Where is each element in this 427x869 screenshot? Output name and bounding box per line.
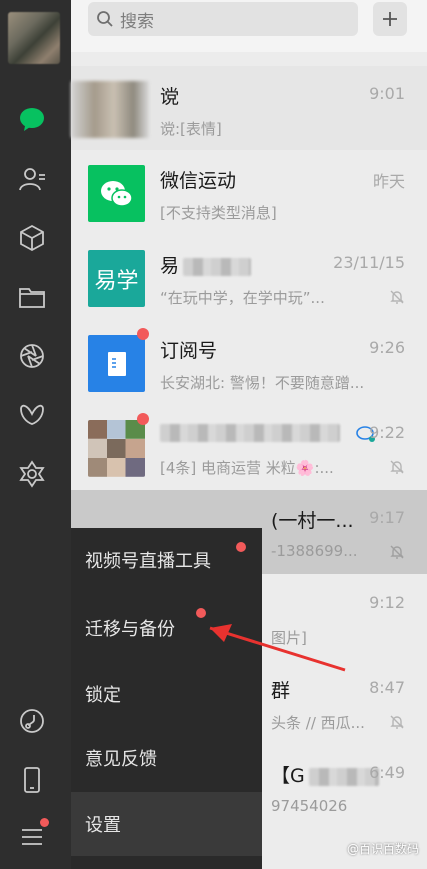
chat-row[interactable]: 微信运动 昨天 [不支持类型消息] [71, 150, 427, 234]
yixue-avatar: 易学 [88, 250, 145, 307]
top-bar: 搜索 [71, 0, 427, 52]
chat-preview: -1388699... [271, 542, 358, 560]
contacts-icon[interactable] [16, 163, 48, 195]
menu-item-feedback[interactable]: 意见反馈 [71, 726, 262, 790]
chat-icon[interactable] [16, 103, 48, 135]
menu-item-label: 视频号直播工具 [85, 551, 211, 572]
document-icon [107, 351, 126, 376]
search-placeholder: 搜索 [120, 11, 154, 32]
chat-time: 6:49 [369, 763, 405, 782]
menu-item-live-tools[interactable]: 视频号直播工具 [71, 528, 262, 592]
menu-item-lock[interactable]: 锁定 [71, 662, 262, 726]
menu-item-migrate-backup[interactable]: 迁移与备份 [71, 596, 262, 660]
plus-icon [383, 12, 397, 26]
chat-name: (一村一... [271, 510, 354, 532]
chat-time: 9:22 [369, 423, 405, 442]
chat-time: 9:26 [369, 338, 405, 357]
mute-bell-icon [390, 715, 404, 729]
left-sidebar [0, 0, 71, 869]
chat-preview: 谠:[表情] [160, 120, 222, 138]
chat-preview: “在玩中学，在学中玩”... [160, 289, 325, 307]
menu-item-dot [236, 542, 246, 552]
mini-program-icon[interactable] [16, 458, 48, 490]
chat-preview: [不支持类型消息] [160, 204, 277, 222]
mute-bell-icon [390, 460, 404, 474]
search-icon [97, 11, 113, 27]
menu-item-label: 迁移与备份 [85, 619, 175, 640]
chat-time: 9:17 [369, 508, 405, 527]
chat-name: 【G [271, 761, 379, 788]
watermark: @百识百数码 [346, 842, 419, 856]
menu-item-label: 设置 [85, 815, 121, 836]
phone-icon[interactable] [16, 764, 48, 796]
chat-preview: 头条 // 西瓜... [271, 714, 365, 732]
add-button[interactable] [373, 2, 407, 36]
folder-icon[interactable] [16, 281, 48, 313]
cube-icon[interactable] [16, 222, 48, 254]
chat-row[interactable]: 9:22 [4条] 电商运营 米粒🌸:... [71, 405, 427, 489]
chat-preview: 图片] [271, 629, 307, 647]
chat-name: 微信运动 [160, 170, 237, 192]
chat-name: 谠 [160, 86, 180, 108]
group-avatar [88, 420, 145, 477]
chat-name: 订阅号 [160, 340, 218, 362]
menu-item-settings[interactable]: 设置 [71, 792, 262, 856]
chat-time: 9:12 [369, 593, 405, 612]
mute-bell-icon [390, 545, 404, 559]
menu-item-dot [196, 608, 206, 618]
mute-bell-icon [390, 290, 404, 304]
unread-dot [137, 413, 149, 425]
music-icon[interactable] [16, 705, 48, 737]
search-input[interactable]: 搜索 [88, 2, 358, 36]
subscription-avatar [88, 335, 145, 392]
chat-preview: 长安湖北: 警惕！不要随意蹭... [160, 374, 365, 392]
chat-time: 9:01 [369, 84, 405, 103]
menu-item-label: 锁定 [85, 685, 121, 706]
chat-preview: 97454026 [271, 797, 348, 815]
butterfly-icon[interactable] [16, 399, 48, 431]
chat-time: 8:47 [369, 678, 405, 697]
chat-name: 群 [271, 680, 291, 702]
main-menu-popup: 视频号直播工具 迁移与备份 锁定 意见反馈 设置 [71, 528, 262, 869]
chat-preview: [4条] 电商运营 米粒🌸:... [160, 459, 334, 477]
menu-item-label: 意见反馈 [85, 749, 157, 770]
chat-name [160, 421, 340, 443]
chat-time: 昨天 [372, 172, 405, 191]
chat-row[interactable]: 订阅号 9:26 长安湖北: 警惕！不要随意蹭... [71, 320, 427, 404]
menu-notification-dot [40, 818, 49, 827]
chat-row[interactable]: 谠 9:01 谠:[表情] [71, 66, 427, 150]
chat-avatar [71, 81, 149, 138]
unread-dot [137, 328, 149, 340]
aperture-icon[interactable] [16, 340, 48, 372]
chat-name: 易 [160, 251, 252, 278]
wechat-sport-avatar [88, 165, 145, 222]
chat-row[interactable]: 易学 易 23/11/15 “在玩中学，在学中玩”... [71, 235, 427, 319]
avatar[interactable] [8, 12, 60, 64]
yixue-logo: 易学 [94, 268, 139, 294]
chat-time: 23/11/15 [333, 253, 405, 272]
wechat-logo-icon [100, 180, 133, 207]
